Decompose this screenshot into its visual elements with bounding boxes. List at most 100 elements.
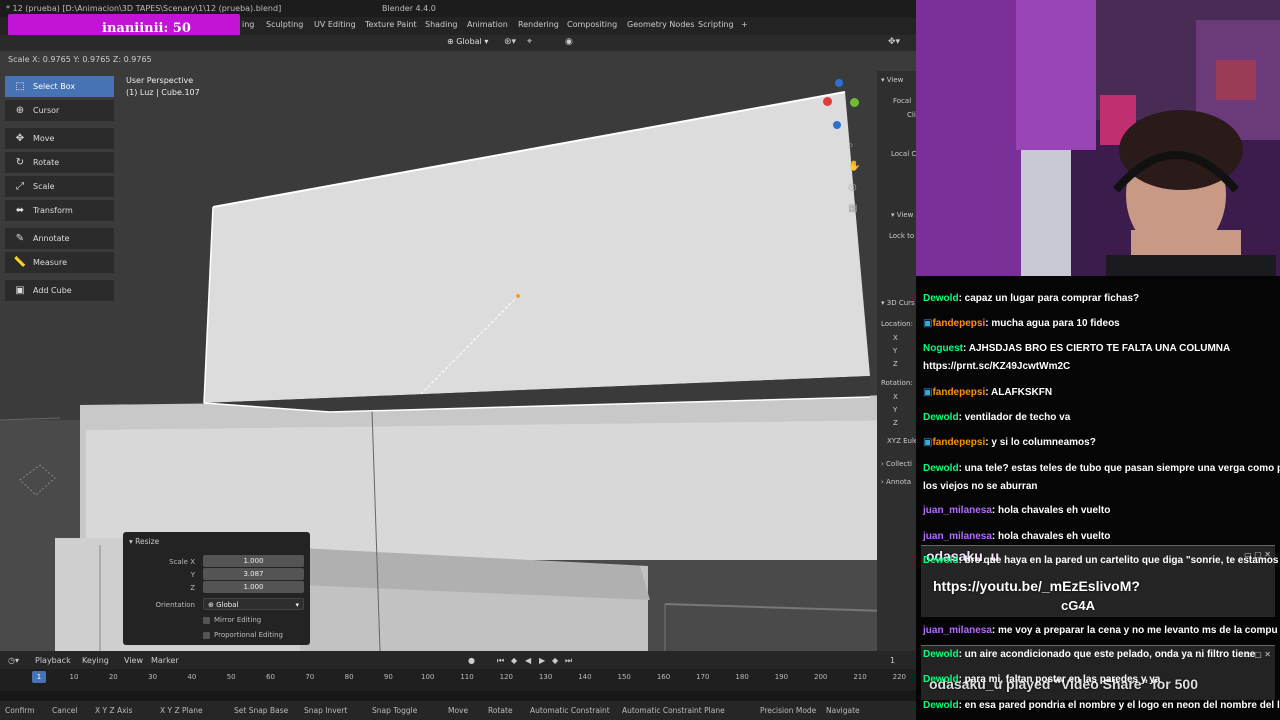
annotations-section-header[interactable]: › Annota <box>881 478 911 486</box>
3d-cursor-section-header[interactable]: ▾ 3D Curs <box>881 299 915 307</box>
transform-scale-readout: Scale X: 0.9765 Y: 0.9765 Z: 0.9765 <box>8 55 152 64</box>
scale-x-field[interactable]: 1.000 <box>203 555 304 567</box>
tool-move[interactable]: ✥ Move <box>5 128 114 149</box>
status-navigate: Navigate <box>826 706 860 715</box>
navigation-gizmo[interactable] <box>815 79 860 129</box>
jump-start-icon[interactable]: ⏮ <box>497 656 504 666</box>
screen: * 12 (prueba) [D:\Animacion\3D TAPES\Sce… <box>0 0 1280 720</box>
tab-sculpting[interactable]: Sculpting <box>266 20 303 29</box>
status-auto-constraint-plane: Automatic Constraint Plane <box>622 706 725 715</box>
transform-orientation-dropdown[interactable]: ⊕ Global ▾ <box>447 37 488 46</box>
scale-icon: ⤢ <box>16 181 24 192</box>
tab-modeling[interactable]: ing <box>242 20 254 29</box>
scale-z-field[interactable]: 1.000 <box>203 581 304 593</box>
tab-compositing[interactable]: Compositing <box>567 20 617 29</box>
menu-view[interactable]: View <box>124 656 143 665</box>
snap-icon[interactable]: ⌖ <box>527 37 532 47</box>
popup-url[interactable]: https://youtu.be/_mEzEslivoM? <box>933 578 1140 594</box>
resize-panel-header[interactable]: ▾ Resize <box>129 537 159 546</box>
rot-x-label: X <box>893 393 898 401</box>
chevron-down-icon: ▾ <box>295 601 299 609</box>
next-key-icon[interactable]: ◆ <box>552 656 558 665</box>
loc-z-label: Z <box>893 360 898 368</box>
proportional-edit-icon[interactable]: ◉ <box>565 37 573 47</box>
tab-rendering[interactable]: Rendering <box>518 20 559 29</box>
chat-message: juan_milanesa: me voy a preparar la cena… <box>923 625 1278 636</box>
tool-select-box[interactable]: ⬚ Select Box <box>5 76 114 97</box>
tab-scripting[interactable]: Scripting <box>698 20 734 29</box>
timeline-tick-label: 190 <box>774 673 789 681</box>
current-frame-field[interactable]: 1 <box>890 656 895 665</box>
status-axis: X Y Z Axis <box>95 706 133 715</box>
menu-keying[interactable]: Keying <box>82 656 109 665</box>
editor-type-icon[interactable]: ◷▾ <box>8 656 19 665</box>
status-snap-base: Set Snap Base <box>234 706 289 715</box>
camera-icon[interactable]: ◎ <box>848 177 862 198</box>
status-precision: Precision Mode <box>760 706 817 715</box>
tool-rotate[interactable]: ↻ Rotate <box>5 152 114 173</box>
tab-uv-editing[interactable]: UV Editing <box>314 20 356 29</box>
jump-end-icon[interactable]: ⏭ <box>565 656 572 666</box>
chat-message: Noguest: AJHSDJAS BRO ES CIERTO TE FALTA… <box>923 343 1231 354</box>
add-workspace-button[interactable]: + <box>741 20 748 29</box>
rotation-mode-dropdown[interactable]: XYZ Eule <box>887 437 916 445</box>
collection-section-header[interactable]: › Collecti <box>881 460 912 468</box>
chat-message: ▣fandepepsi: mucha agua para 10 fideos <box>923 318 1120 329</box>
pivot-icon[interactable]: ⊛▾ <box>504 37 516 47</box>
chat-message: ▣fandepepsi: ALAFKSKFN <box>923 387 1053 398</box>
timeline-tick-label: 50 <box>226 673 236 681</box>
sidebar-n-panel: ▾ View Focal Cli Local C ▾ View Lock to … <box>877 71 916 651</box>
tool-cursor[interactable]: ⊕ Cursor <box>5 100 114 121</box>
play-reverse-icon[interactable]: ◀ <box>525 656 531 665</box>
playhead[interactable]: 1 <box>32 671 46 683</box>
location-label: Location: <box>881 320 913 328</box>
status-snap-invert: Snap Invert <box>304 706 348 715</box>
tab-animation[interactable]: Animation <box>467 20 508 29</box>
menu-marker[interactable]: Marker <box>151 656 179 665</box>
timeline-tick-label: 160 <box>656 673 671 681</box>
select-box-icon: ⬚ <box>15 81 25 92</box>
tab-texture-paint[interactable]: Texture Paint <box>365 20 417 29</box>
status-auto-constraint: Automatic Constraint <box>530 706 610 715</box>
checkbox-box <box>203 616 210 624</box>
neg-z-axis-handle[interactable] <box>833 121 841 129</box>
gizmo-toggle-icon[interactable]: ✥▾ <box>888 37 900 47</box>
status-cancel: Cancel <box>52 706 78 715</box>
view-lock-section-header[interactable]: ▾ View <box>891 211 913 219</box>
prev-key-icon[interactable]: ◆ <box>511 656 517 665</box>
tool-transform[interactable]: ⬌ Transform <box>5 200 114 221</box>
proportional-editing-checkbox[interactable]: Proportional Editing <box>203 631 283 639</box>
y-axis-handle[interactable] <box>850 98 859 107</box>
z-axis-handle[interactable] <box>835 79 843 87</box>
timeline-tick-label: 220 <box>892 673 906 681</box>
mirror-editing-checkbox[interactable]: Mirror Editing <box>203 616 261 624</box>
tab-geometry-nodes[interactable]: Geometry Nodes <box>627 20 694 29</box>
menu-playback[interactable]: Playback <box>35 656 71 665</box>
tool-annotate[interactable]: ✎ Annotate <box>5 228 114 249</box>
timeline-tick-label: 210 <box>853 673 867 681</box>
cursor-icon: ⊕ <box>15 105 25 116</box>
tool-measure[interactable]: 📏 Measure <box>5 252 114 273</box>
orientation-dropdown[interactable]: ⊕ Global ▾ <box>203 598 304 610</box>
tool-add-cube[interactable]: ▣ Add Cube <box>5 280 114 301</box>
record-icon[interactable]: ● <box>468 656 475 665</box>
tool-scale[interactable]: ⤢ Scale <box>5 176 114 197</box>
orientation-value: Global <box>456 37 482 46</box>
status-rotate: Rotate <box>488 706 513 715</box>
grid-icon[interactable]: ▦ <box>848 198 862 219</box>
chat-message: Dewold: capaz un lugar para comprar fich… <box>923 293 1140 304</box>
tab-shading[interactable]: Shading <box>425 20 458 29</box>
pan-icon[interactable]: ✋ <box>848 156 862 177</box>
chat-message-link[interactable]: https://prnt.sc/KZ49JcwtWm2C <box>923 358 1273 376</box>
checkbox-box <box>203 631 210 639</box>
zoom-icon[interactable]: ⌕ <box>848 135 862 156</box>
timeline-ruler[interactable]: 1 10 20 30 40 50 60 70 80 90 100 110 120 130 140 150 16… <box>0 669 916 691</box>
x-axis-handle[interactable] <box>823 97 832 106</box>
timeline-track[interactable] <box>0 691 916 701</box>
scale-y-field[interactable]: 3.087 <box>203 568 304 580</box>
timeline-tick-label: 30 <box>148 673 158 681</box>
play-icon[interactable]: ▶ <box>539 656 545 665</box>
measure-icon: 📏 <box>13 257 27 268</box>
view-section-header[interactable]: ▾ View <box>881 76 903 84</box>
timeline-tick-label: 100 <box>421 673 435 681</box>
